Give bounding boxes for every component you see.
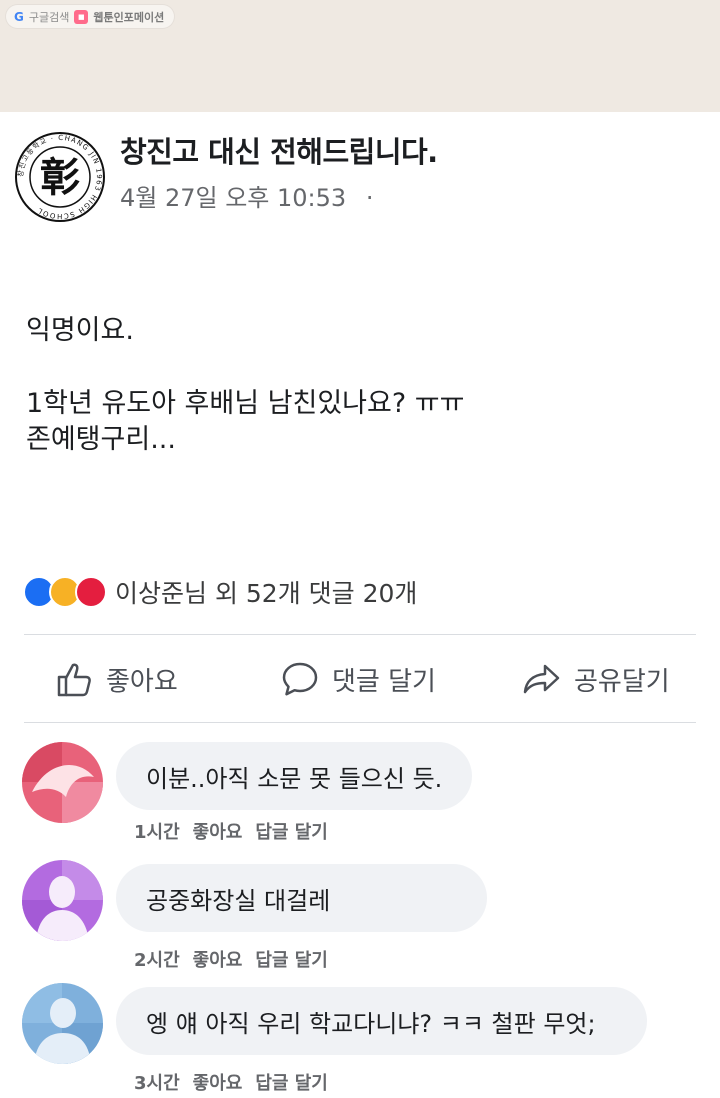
google-search-label: 구글검색 bbox=[28, 10, 70, 24]
love-reaction-icon bbox=[75, 576, 107, 608]
comment-time: 2시간 bbox=[134, 950, 180, 971]
share-arrow-icon bbox=[523, 664, 560, 694]
share-label: 공유달기 bbox=[574, 666, 670, 697]
page-name[interactable]: 창진고 대신 전해드립니다. bbox=[120, 129, 438, 171]
webtoon-icon: ■ bbox=[74, 9, 89, 24]
commenter-avatar[interactable] bbox=[22, 860, 103, 941]
google-icon: G bbox=[14, 9, 24, 24]
comment-like-link[interactable]: 좋아요 bbox=[193, 946, 243, 972]
commenter-avatar[interactable] bbox=[22, 983, 103, 1064]
comment-bubble-icon bbox=[282, 662, 318, 696]
comment-meta: 2시간 좋아요 답글 달기 bbox=[134, 946, 328, 972]
comment-text: 엥 얘 아직 우리 학교다니냐? ㅋㅋ 철판 무엇; bbox=[146, 1009, 596, 1038]
reactions-count-text: 이상준님 외 52개 댓글 20개 bbox=[115, 579, 418, 608]
reactions-summary[interactable]: 이상준님 외 52개 댓글 20개 bbox=[23, 574, 417, 610]
comment-reply-link[interactable]: 답글 달기 bbox=[255, 818, 328, 844]
school-logo-avatar[interactable]: 창진고등학교 · CHANG JIN 1963 HIGH SCHOOL 彰 bbox=[14, 131, 106, 223]
divider bbox=[24, 634, 696, 635]
post-line: 익명이요. bbox=[26, 315, 134, 346]
logo-character: 彰 bbox=[40, 155, 80, 201]
share-button[interactable]: 공유달기 bbox=[522, 636, 670, 722]
divider bbox=[24, 722, 696, 723]
source-badge: G 구글검색 ■ 웹툰인포메이션 bbox=[6, 5, 175, 28]
comment-time: 3시간 bbox=[134, 1073, 180, 1094]
comment-reply-link[interactable]: 답글 달기 bbox=[255, 946, 328, 972]
comment-text: 이분..아직 소문 못 들으신 듯. bbox=[146, 764, 443, 793]
separator-dot: · bbox=[365, 184, 374, 212]
webtoon-info-label: 웹툰인포메이션 bbox=[93, 10, 165, 24]
comment-bubble[interactable]: 공중화장실 대걸레 bbox=[116, 864, 487, 932]
action-bar: 좋아요 댓글 달기 공유달기 bbox=[0, 636, 720, 722]
comment-bubble[interactable]: 엥 얘 아직 우리 학교다니냐? ㅋㅋ 철판 무엇; bbox=[116, 987, 647, 1055]
post-line: 존예탱구리... bbox=[26, 424, 176, 455]
comment-meta: 3시간 좋아요 답글 달기 bbox=[134, 1069, 328, 1095]
comment-time: 1시간 bbox=[134, 822, 180, 843]
post-timestamp[interactable]: 4월 27일 오후 10:53 · bbox=[120, 178, 373, 213]
comment-like-link[interactable]: 좋아요 bbox=[193, 818, 243, 844]
comment-like-link[interactable]: 좋아요 bbox=[193, 1069, 243, 1095]
post-line: 1학년 유도아 후배님 남친있나요? ㅠㅠ bbox=[26, 388, 465, 419]
commenter-avatar[interactable] bbox=[22, 742, 103, 823]
comment-bubble[interactable]: 이분..아직 소문 못 들으신 듯. bbox=[116, 742, 473, 810]
top-banner: G 구글검색 ■ 웹툰인포메이션 bbox=[0, 0, 720, 112]
post-body: 익명이요. 1학년 유도아 후배님 남친있나요? ㅠㅠ 존예탱구리... bbox=[26, 313, 464, 458]
timestamp-text: 4월 27일 오후 10:53 bbox=[120, 184, 347, 212]
like-label: 좋아요 bbox=[106, 666, 178, 697]
comment-label: 댓글 달기 bbox=[332, 666, 436, 697]
comment-reply-link[interactable]: 답글 달기 bbox=[255, 1069, 328, 1095]
comment-button[interactable]: 댓글 달기 bbox=[280, 636, 436, 722]
thumbs-up-icon bbox=[57, 663, 91, 697]
like-button[interactable]: 좋아요 bbox=[54, 636, 178, 722]
comment-meta: 1시간 좋아요 답글 달기 bbox=[134, 818, 328, 844]
comment-text: 공중화장실 대걸레 bbox=[146, 886, 331, 915]
